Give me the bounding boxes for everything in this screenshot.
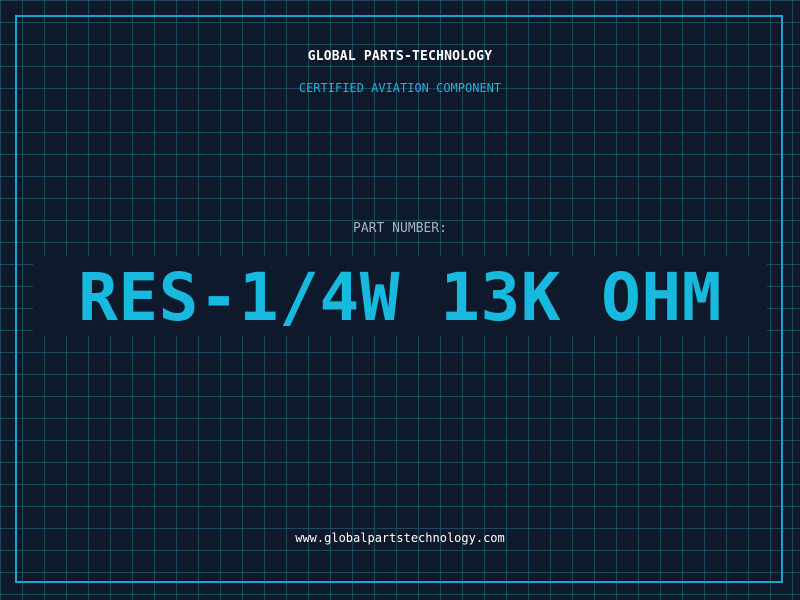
- part-number-value: RES-1/4W 13K OHM: [78, 259, 722, 336]
- brand-name: GLOBAL PARTS-TECHNOLOGY: [307, 49, 493, 64]
- label-card: GLOBAL PARTS-TECHNOLOGY CERTIFIED AVIATI…: [0, 0, 800, 600]
- website-url: www.globalpartstechnology.com: [295, 531, 505, 545]
- certification-subtitle: CERTIFIED AVIATION COMPONENT: [298, 81, 502, 95]
- part-number-label: PART NUMBER:: [353, 221, 447, 236]
